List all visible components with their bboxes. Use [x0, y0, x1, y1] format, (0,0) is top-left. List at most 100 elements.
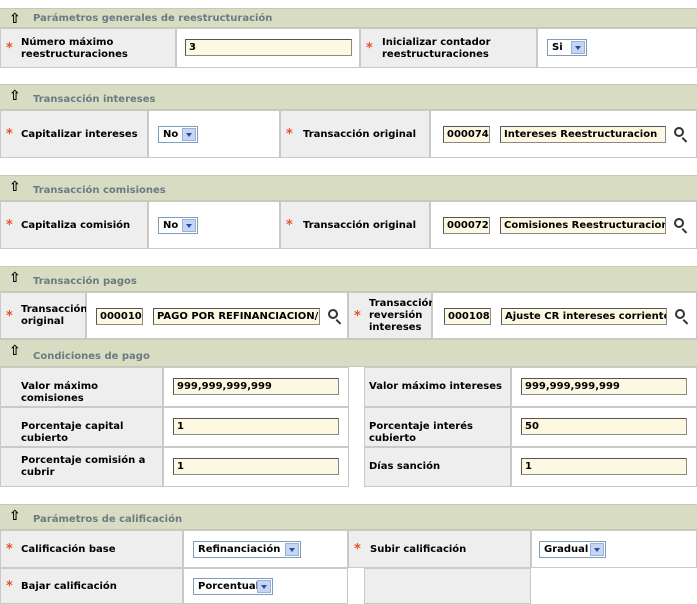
required-marker: * [6, 41, 13, 56]
porcentaje-capital-label: Porcentaje capital cubierto [21, 421, 124, 444]
value-cell: Porcentual [183, 568, 348, 604]
transaccion-reversion-code-input[interactable]: 000108 [444, 308, 491, 325]
label-cell: * Calificación base [0, 530, 183, 568]
porcentaje-comision-label: Porcentaje comisión a cubrir [21, 455, 146, 478]
subir-calificacion-select[interactable]: Gradual [539, 541, 606, 558]
label-cell: * Subir calificación [348, 530, 531, 568]
valor-max-comisiones-input[interactable]: 999,999,999,999 [173, 378, 339, 395]
collapse-up-arrow-icon[interactable]: ⇧ [9, 88, 21, 104]
label-cell: Porcentaje capital cubierto [0, 407, 163, 447]
transaccion-original-desc-input[interactable]: PAGO POR REFINANCIACION/R [153, 308, 320, 325]
section-title: Parámetros de calificación [33, 514, 183, 525]
required-marker: * [286, 218, 293, 233]
value-cell: Gradual [531, 530, 697, 568]
collapse-up-arrow-icon[interactable]: ⇧ [9, 179, 21, 195]
transaccion-original-label: Transacción original [303, 220, 417, 231]
value-cell: 50 [511, 407, 697, 447]
chevron-down-icon[interactable] [285, 543, 299, 556]
inicializar-contador-select[interactable]: Si [547, 39, 587, 56]
label-cell: Porcentaje interés cubierto [364, 407, 511, 447]
value-cell: 1 [511, 447, 697, 487]
bajar-calificacion-label: Bajar calificación [21, 581, 117, 592]
required-marker: * [6, 579, 13, 594]
num-max-reestructuraciones-input[interactable]: 3 [185, 39, 352, 56]
select-value: Refinanciación [198, 544, 281, 555]
label-cell: * Transacción reversión intereses [348, 292, 436, 339]
section-title: Transacción intereses [33, 94, 156, 105]
label-cell: * Capitalizar intereses [0, 110, 148, 158]
porcentaje-interes-input[interactable]: 50 [521, 418, 687, 435]
select-value: No [163, 129, 179, 140]
label-cell: Valor máximo intereses [364, 367, 511, 407]
page: { "s1": { "title": "Parámetros generales… [0, 0, 697, 604]
transaccion-reversion-label: Transacción reversión intereses [369, 298, 436, 333]
value-cell: 000108 Ajuste CR intereses corrientes [432, 292, 697, 339]
value-cell: Si [537, 28, 697, 68]
required-marker: * [6, 309, 13, 324]
valor-max-comisiones-label: Valor máximo comisiones [21, 381, 98, 404]
porcentaje-comision-input[interactable]: 1 [173, 458, 339, 475]
magnifier-icon[interactable] [328, 309, 338, 319]
transaccion-original-label: Transacción original [303, 129, 417, 140]
section-title: Transacción comisiones [33, 185, 166, 196]
valor-max-intereses-input[interactable]: 999,999,999,999 [521, 378, 687, 395]
chevron-down-icon[interactable] [182, 128, 196, 141]
capitaliza-comision-label: Capitaliza comisión [21, 220, 131, 231]
capitaliza-comision-select[interactable]: No [158, 217, 198, 234]
label-cell: Porcentaje comisión a cubrir [0, 447, 163, 487]
transaccion-original-code-input[interactable]: 000072 [443, 217, 490, 234]
empty-label-cell [364, 568, 531, 604]
select-value: Porcentual [198, 581, 260, 592]
required-marker: * [354, 542, 361, 557]
value-cell: Refinanciación [183, 530, 348, 568]
dias-sancion-input[interactable]: 1 [521, 458, 687, 475]
bajar-calificacion-select[interactable]: Porcentual [193, 578, 273, 595]
value-cell: 1 [163, 407, 349, 447]
calificacion-base-select[interactable]: Refinanciación [193, 541, 301, 558]
inicializar-contador-label: Inicializar contador reestructuraciones [382, 37, 491, 60]
porcentaje-interes-label: Porcentaje interés cubierto [369, 421, 473, 444]
select-value: No [163, 220, 179, 231]
chevron-down-icon[interactable] [590, 543, 604, 556]
capitalizar-intereses-select[interactable]: No [158, 126, 198, 143]
label-cell: * Transacción original [280, 110, 430, 158]
section-header-pagos: ⇧ Transacción pagos [0, 266, 697, 292]
porcentaje-capital-input[interactable]: 1 [173, 418, 339, 435]
collapse-up-arrow-icon[interactable]: ⇧ [9, 508, 21, 524]
value-cell: 000072 Comisiones Reestructuracion [430, 201, 697, 249]
value-cell: 999,999,999,999 [163, 367, 349, 407]
label-cell: Valor máximo comisiones [0, 367, 163, 407]
select-value: Gradual [544, 544, 589, 555]
label-cell: * Bajar calificación [0, 568, 183, 604]
chevron-down-icon[interactable] [257, 580, 271, 593]
required-marker: * [366, 41, 373, 56]
label-cell: * Inicializar contador reestructuracione… [360, 28, 537, 68]
label-cell: * Número máximo reestructuraciones [0, 28, 176, 68]
section-title: Transacción pagos [33, 276, 137, 287]
chevron-down-icon[interactable] [182, 219, 196, 232]
chevron-down-icon[interactable] [571, 41, 585, 54]
section-header-comisiones: ⇧ Transacción comisiones [0, 175, 697, 201]
transaccion-original-code-input[interactable]: 000074 [443, 126, 490, 143]
num-max-reestructuraciones-label: Número máximo reestructuraciones [21, 37, 128, 60]
magnifier-icon[interactable] [674, 218, 684, 228]
transaccion-reversion-desc-input[interactable]: Ajuste CR intereses corrientes [501, 308, 667, 325]
transaccion-original-code-input[interactable]: 000010 [96, 308, 143, 325]
value-cell: 999,999,999,999 [511, 367, 697, 407]
section-header-condiciones: ⇧ Condiciones de pago [0, 339, 697, 367]
collapse-up-arrow-icon[interactable]: ⇧ [9, 270, 21, 286]
section-header-calificacion: ⇧ Parámetros de calificación [0, 504, 697, 530]
value-cell: No [148, 110, 280, 158]
transaccion-original-desc-input[interactable]: Intereses Reestructuracion [500, 126, 666, 143]
collapse-up-arrow-icon[interactable]: ⇧ [9, 11, 21, 27]
transaccion-original-desc-input[interactable]: Comisiones Reestructuracion [500, 217, 666, 234]
magnifier-icon[interactable] [674, 127, 684, 137]
calificacion-base-label: Calificación base [21, 544, 116, 555]
label-cell: * Transacción original [0, 292, 88, 339]
required-marker: * [6, 127, 13, 142]
magnifier-icon[interactable] [675, 309, 685, 319]
value-cell: 000010 PAGO POR REFINANCIACION/R [86, 292, 348, 339]
collapse-up-arrow-icon[interactable]: ⇧ [9, 343, 21, 359]
transaccion-original-label: Transacción original [21, 304, 88, 327]
value-cell: 1 [163, 447, 349, 487]
